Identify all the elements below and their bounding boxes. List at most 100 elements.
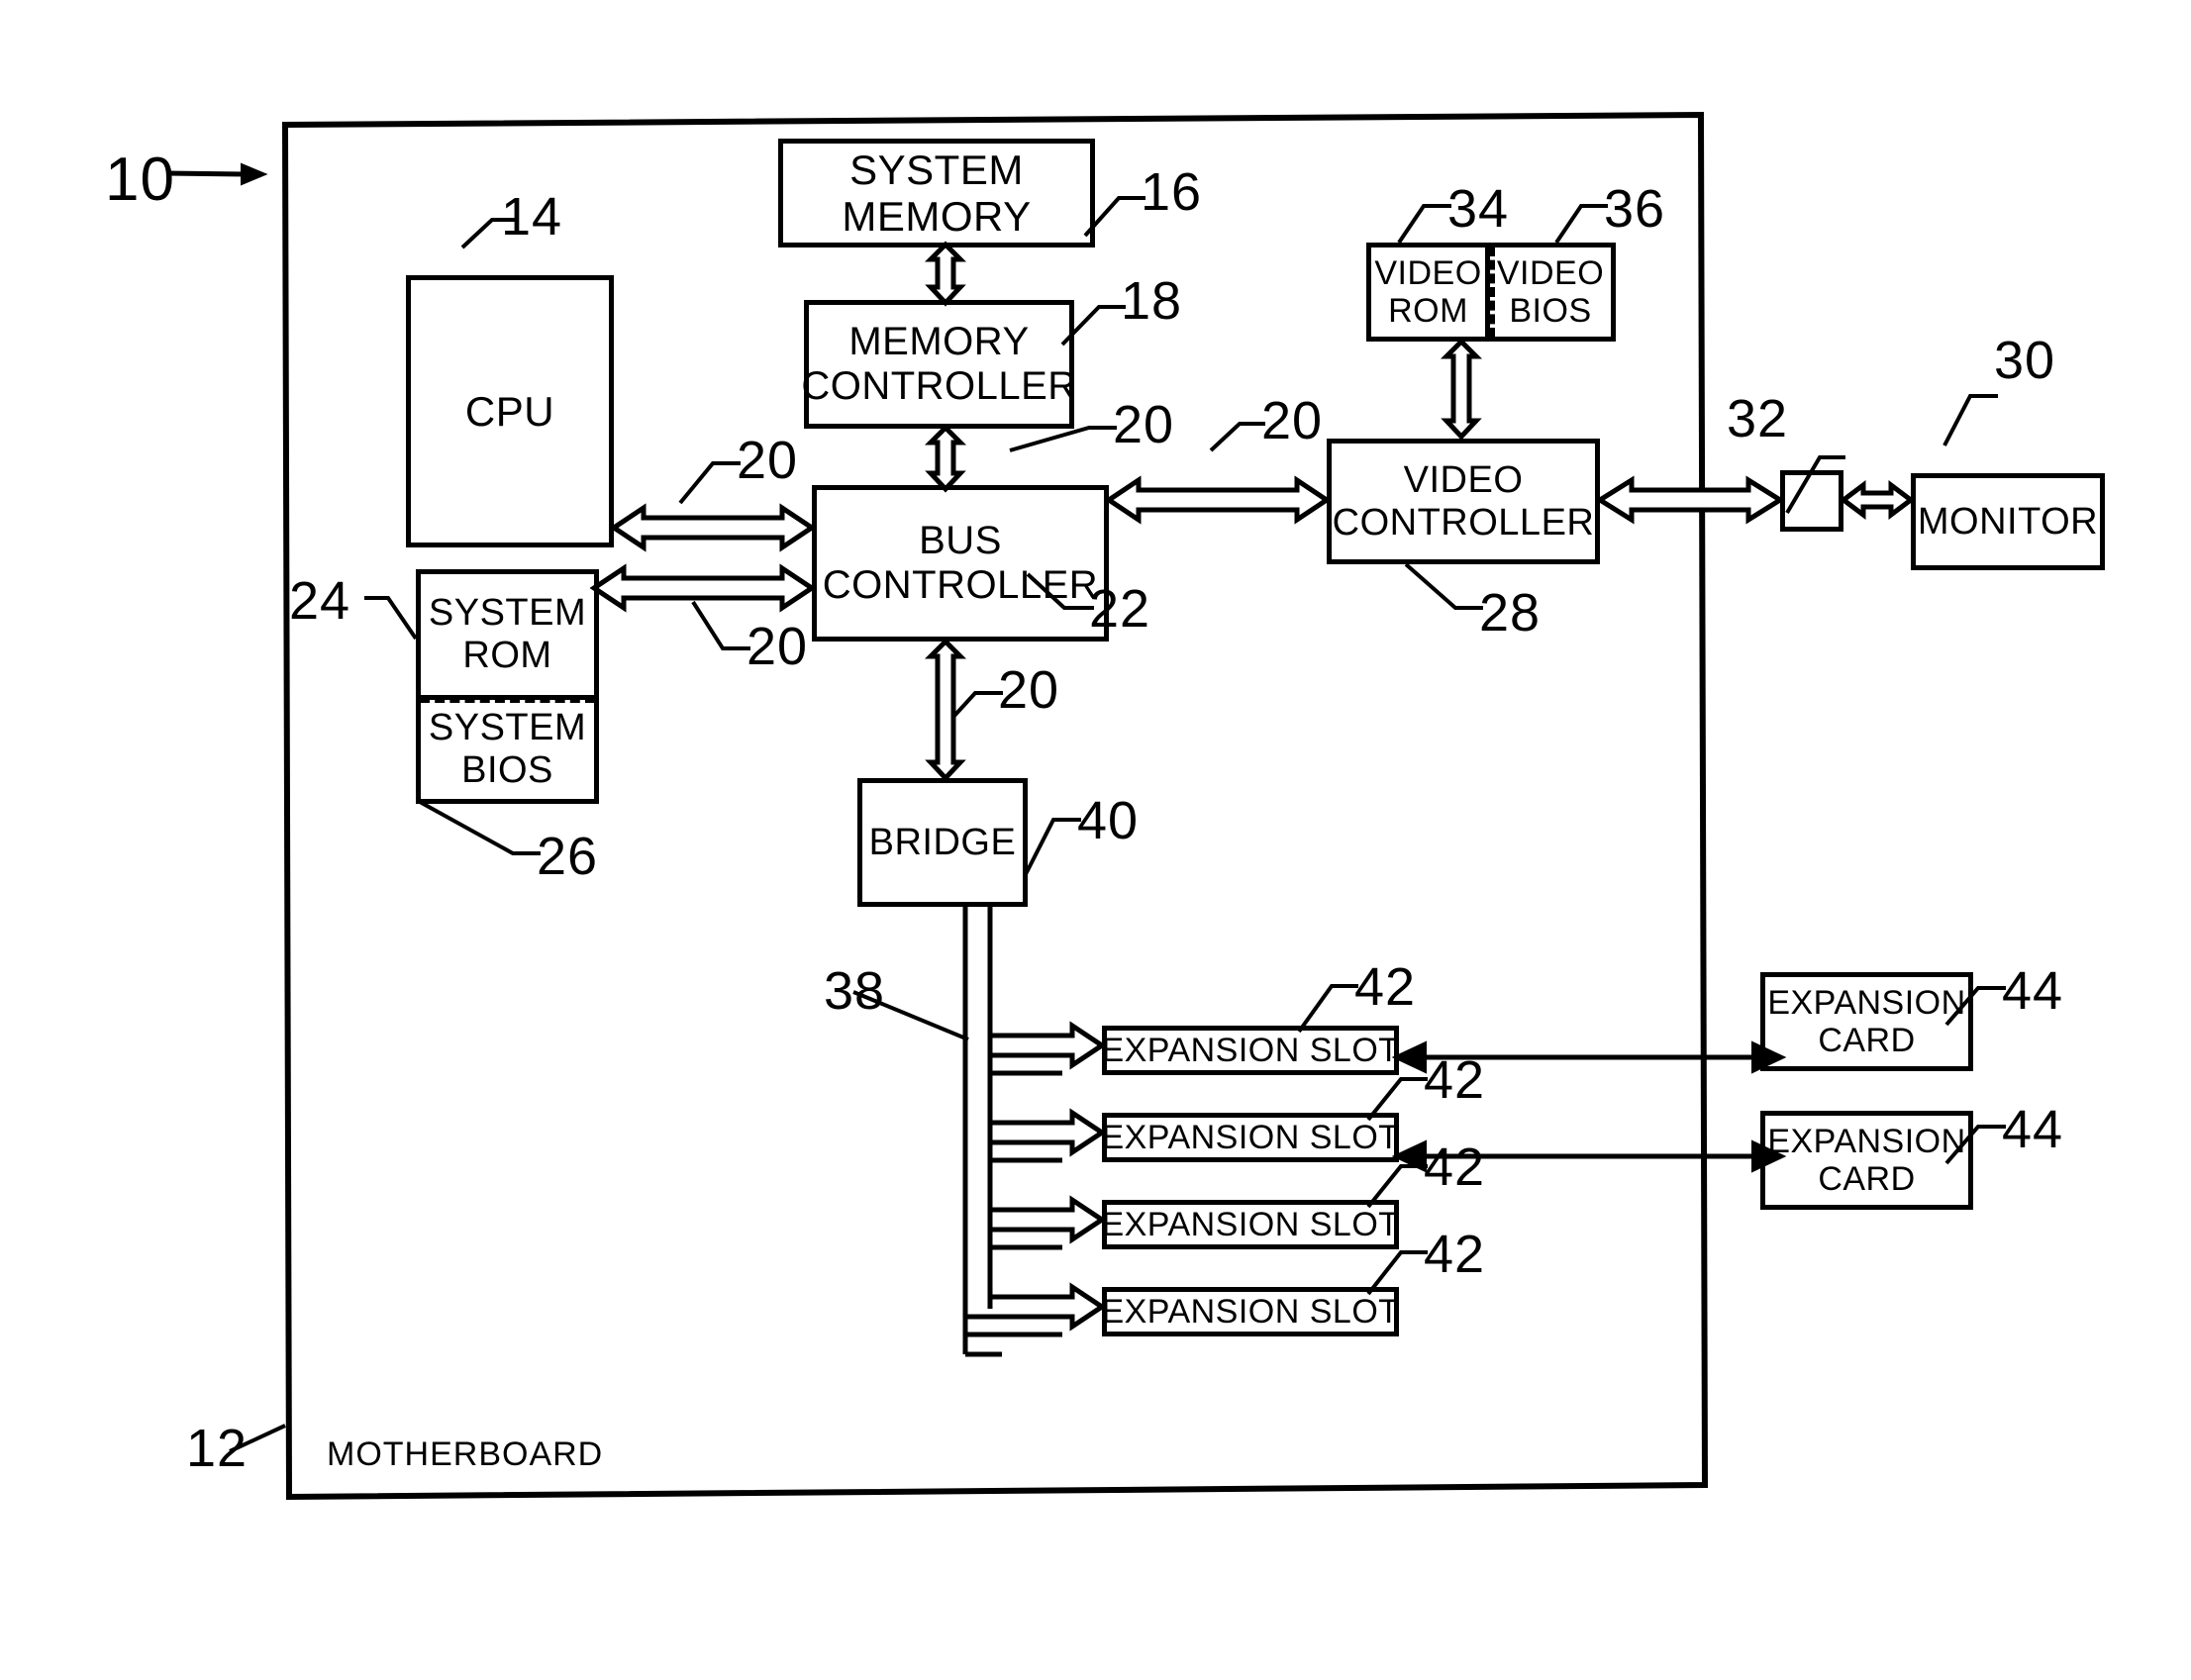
branch-slot-2	[987, 1108, 1107, 1163]
block-memory-controller-line2: CONTROLLER	[801, 364, 1077, 408]
expansion-slot-4-label: EXPANSION SLOT	[1101, 1292, 1400, 1331]
ref-28: 28	[1479, 583, 1542, 642]
block-cpu-label: CPU	[464, 387, 555, 435]
expansion-card-1-line1: EXPANSION	[1767, 983, 1966, 1022]
expansion-slot-3-label: EXPANSION SLOT	[1101, 1205, 1400, 1243]
ref-42-4: 42	[1424, 1225, 1486, 1284]
ref-10: 10	[105, 146, 175, 214]
block-system-rom-line1: SYSTEM	[428, 592, 587, 635]
ref-18: 18	[1121, 271, 1183, 331]
ref-32: 32	[1727, 389, 1789, 448]
expansion-slot-1[interactable]: EXPANSION SLOT	[1101, 1026, 1400, 1075]
leader-10-arrowhead	[241, 162, 268, 186]
block-system-rom[interactable]: SYSTEM ROM	[416, 569, 599, 700]
expansion-card-1-line2: CARD	[1818, 1022, 1916, 1059]
leader-20-rom	[691, 600, 750, 650]
arrow-sysmem-memctl	[924, 241, 967, 307]
branch-slot-3	[987, 1195, 1107, 1250]
ref-16: 16	[1141, 162, 1203, 222]
video-rom-bios-divider	[1490, 247, 1495, 338]
ref-14: 14	[501, 187, 563, 247]
leader-10	[165, 170, 247, 177]
arrow-videorom-videoctl	[1440, 338, 1483, 441]
block-system-bios-line1: SYSTEM	[428, 707, 587, 749]
patent-figure: CPU 14 SYSTEM MEMORY 16 MEMORY CONTROLLE…	[0, 0, 2191, 1680]
block-system-bios-line2: BIOS	[461, 749, 553, 791]
leader-28	[1404, 562, 1483, 610]
ref-44-2: 44	[2002, 1100, 2064, 1159]
block-bridge-label: BRIDGE	[868, 821, 1017, 863]
ref-20-memctl: 20	[1113, 395, 1175, 454]
expansion-card-2-line1: EXPANSION	[1767, 1122, 1966, 1160]
arrow-busctl-bridge	[924, 638, 967, 782]
branch-slot-1	[987, 1021, 1107, 1076]
leader-20-memctl	[1009, 426, 1117, 452]
block-system-memory[interactable]: SYSTEM MEMORY	[778, 139, 1095, 247]
block-video-bios[interactable]: VIDEO BIOS	[1490, 243, 1616, 342]
leader-20-video	[1209, 422, 1265, 452]
block-video-rom-line1: VIDEO	[1374, 253, 1482, 292]
expansion-slot-2-label: EXPANSION SLOT	[1101, 1118, 1400, 1156]
ref-42-3: 42	[1424, 1137, 1486, 1197]
ref-36: 36	[1604, 179, 1666, 239]
ref-20-bridge: 20	[998, 660, 1060, 720]
block-bridge[interactable]: BRIDGE	[857, 778, 1028, 907]
leader-30	[1942, 394, 1998, 446]
expansion-slot-1-label: EXPANSION SLOT	[1101, 1031, 1400, 1069]
block-system-memory-line2: MEMORY	[842, 193, 1032, 240]
arrow-cpu-busctl	[609, 503, 817, 552]
ref-26: 26	[537, 827, 599, 886]
expansion-bus-trunk	[962, 906, 993, 1354]
expansion-slot-3[interactable]: EXPANSION SLOT	[1101, 1200, 1400, 1249]
ref-20-sysrom: 20	[747, 617, 809, 676]
branch-slot-4	[962, 1282, 1107, 1337]
ref-38: 38	[824, 961, 886, 1021]
ref-12: 12	[186, 1419, 249, 1478]
leader-20-cpu	[678, 461, 741, 505]
expansion-card-1[interactable]: EXPANSION CARD	[1760, 972, 1973, 1071]
block-memory-controller-line1: MEMORY	[848, 320, 1030, 364]
block-video-rom[interactable]: VIDEO ROM	[1366, 243, 1490, 342]
block-video-bios-line2: BIOS	[1509, 292, 1592, 330]
block-system-bios[interactable]: SYSTEM BIOS	[416, 700, 599, 804]
ref-20-cpu: 20	[737, 431, 799, 490]
leader-40	[1023, 818, 1081, 877]
system-rom-bios-divider	[420, 698, 595, 703]
motherboard-label: MOTHERBOARD	[327, 1435, 604, 1473]
block-bus-controller[interactable]: BUS CONTROLLER	[812, 485, 1109, 642]
ref-42-2: 42	[1424, 1050, 1486, 1110]
leader-24	[364, 596, 418, 641]
ref-44-1: 44	[2002, 961, 2064, 1021]
block-monitor-label: MONITOR	[1917, 500, 2099, 543]
expansion-card-2[interactable]: EXPANSION CARD	[1760, 1111, 1973, 1210]
block-bus-controller-line2: CONTROLLER	[822, 563, 1099, 607]
leader-34	[1397, 204, 1451, 245]
expansion-slot-4[interactable]: EXPANSION SLOT	[1101, 1287, 1400, 1336]
block-monitor[interactable]: MONITOR	[1911, 473, 2105, 570]
expansion-card-2-line2: CARD	[1818, 1160, 1916, 1198]
ref-24: 24	[289, 571, 351, 631]
ref-40: 40	[1077, 791, 1140, 850]
block-video-controller-line1: VIDEO	[1403, 458, 1524, 501]
arrow-memctl-busctl	[924, 424, 967, 493]
ref-20-video: 20	[1261, 391, 1324, 450]
block-video-controller[interactable]: VIDEO CONTROLLER	[1327, 439, 1600, 564]
expansion-slot-2[interactable]: EXPANSION SLOT	[1101, 1113, 1400, 1162]
ref-22: 22	[1089, 579, 1151, 639]
ref-30: 30	[1994, 331, 2056, 390]
arrow-sysrom-busctl	[589, 563, 817, 613]
block-system-memory-line1: SYSTEM	[849, 146, 1024, 193]
block-system-rom-line2: ROM	[462, 635, 552, 676]
ref-42-1: 42	[1354, 957, 1417, 1017]
block-bus-controller-line1: BUS	[919, 519, 1002, 563]
block-video-rom-line2: ROM	[1388, 292, 1468, 330]
block-memory-controller[interactable]: MEMORY CONTROLLER	[801, 300, 1077, 429]
block-video-controller-line2: CONTROLLER	[1332, 501, 1595, 544]
block-connector[interactable]	[1780, 470, 1843, 532]
arrow-connector-monitor	[1839, 480, 1916, 520]
block-cpu[interactable]: CPU	[406, 275, 614, 547]
arrow-busctl-videoctl	[1104, 475, 1332, 525]
leader-26	[419, 800, 541, 855]
arrow-videoctl-connector	[1595, 475, 1785, 525]
ref-34: 34	[1447, 179, 1510, 239]
